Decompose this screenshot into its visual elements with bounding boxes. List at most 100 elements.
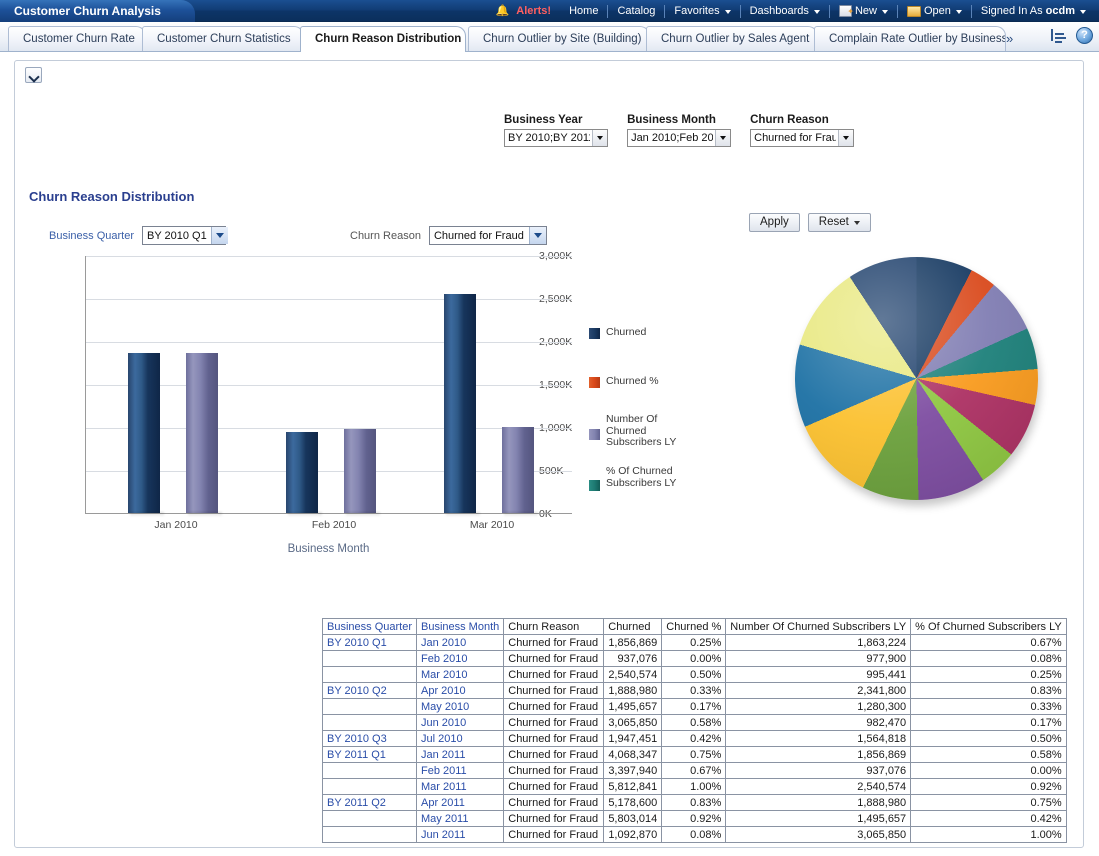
col-churned[interactable]: Churned	[604, 619, 662, 635]
cell-business-month: Jun 2010	[416, 715, 503, 731]
cell-business-quarter	[323, 811, 417, 827]
churn-reason-select[interactable]: Churned for Frau	[750, 129, 854, 147]
prompt-bar: Business Year BY 2010;BY 2011 Business M…	[504, 114, 870, 147]
cell-churned-pct: 0.00%	[662, 651, 726, 667]
cell-number-churned-subscribers-ly: 1,280,300	[726, 699, 911, 715]
table-row[interactable]: May 2011Churned for Fraud5,803,0140.92%1…	[323, 811, 1067, 827]
tab-churn-reason-distribution[interactable]: Churn Reason Distribution	[300, 26, 466, 52]
prompt-collapse-button[interactable]	[25, 67, 42, 83]
legend-swatch-icon	[589, 377, 600, 388]
tab-overflow-button[interactable]: »	[1006, 31, 1013, 46]
cell-business-quarter	[323, 715, 417, 731]
table-row[interactable]: BY 2011 Q1Jan 2011Churned for Fraud4,068…	[323, 747, 1067, 763]
cell-churned: 2,540,574	[604, 667, 662, 683]
cell-number-churned-subscribers-ly: 937,076	[726, 763, 911, 779]
bar-churned-ly-jan-2010[interactable]	[186, 353, 218, 513]
dashboard-panel: Business Year BY 2010;BY 2011 Business M…	[14, 60, 1084, 848]
nav-catalog[interactable]: Catalog	[608, 0, 664, 22]
signed-in-as[interactable]: Signed In As ocdm	[972, 0, 1095, 22]
table-row[interactable]: BY 2011 Q2Apr 2011Churned for Fraud5,178…	[323, 795, 1067, 811]
tab-customer-churn-rate[interactable]: Customer Churn Rate	[8, 26, 146, 51]
cell-business-month: Apr 2011	[416, 795, 503, 811]
cell-churn-reason: Churned for Fraud	[504, 747, 604, 763]
cell-business-quarter: BY 2010 Q3	[323, 731, 417, 747]
legend-item-churned[interactable]: Churned	[589, 327, 690, 339]
tab-churn-outlier-by-site[interactable]: Churn Outlier by Site (Building)	[468, 26, 650, 51]
table-row[interactable]: BY 2010 Q1Jan 2010Churned for Fraud1,856…	[323, 635, 1067, 651]
legend-swatch-icon	[589, 480, 600, 491]
table-header-row: Business Quarter Business Month Churn Re…	[323, 619, 1067, 635]
help-icon[interactable]: ?	[1076, 27, 1093, 44]
alerts-link[interactable]: 🔔 Alerts!	[487, 0, 561, 22]
cell-business-quarter: BY 2010 Q2	[323, 683, 417, 699]
business-quarter-value: BY 2010 Q1	[147, 230, 207, 242]
churn-pie-chart	[779, 251, 1039, 521]
bar-churned-ly-feb-2010[interactable]	[344, 429, 376, 513]
report-title: Churn Reason Distribution	[29, 189, 194, 204]
legend-swatch-icon	[589, 328, 600, 339]
business-month-select[interactable]: Jan 2010;Feb 20:	[627, 129, 731, 147]
gridline	[86, 256, 572, 257]
col-number-churned-subscribers-ly[interactable]: Number Of Churned Subscribers LY	[726, 619, 911, 635]
col-business-quarter[interactable]: Business Quarter	[323, 619, 417, 635]
reset-button[interactable]: Reset	[808, 213, 871, 232]
nav-open[interactable]: Open	[898, 0, 971, 22]
chevron-down-icon	[854, 221, 860, 225]
col-business-month[interactable]: Business Month	[416, 619, 503, 635]
cell-churn-reason: Churned for Fraud	[504, 731, 604, 747]
report-churn-reason-select[interactable]: Churned for Fraud	[429, 226, 547, 245]
cell-churned-pct: 0.92%	[662, 811, 726, 827]
cell-churned-pct: 0.42%	[662, 731, 726, 747]
tab-churn-outlier-by-sales-agent[interactable]: Churn Outlier by Sales Agent	[646, 26, 818, 51]
cell-pct-churned-subscribers-ly: 0.33%	[911, 699, 1067, 715]
app-title: Customer Churn Analysis	[0, 0, 195, 22]
table-row[interactable]: May 2010Churned for Fraud1,495,6570.17%1…	[323, 699, 1067, 715]
gridline	[86, 299, 572, 300]
cell-churn-reason: Churned for Fraud	[504, 683, 604, 699]
cell-business-quarter: BY 2011 Q1	[323, 747, 417, 763]
bar-churned-jan-2010[interactable]	[128, 353, 160, 513]
bar-churned-mar-2010[interactable]	[444, 294, 476, 513]
page-options-icon[interactable]	[1051, 28, 1068, 44]
cell-business-month: Feb 2010	[416, 651, 503, 667]
business-year-select[interactable]: BY 2010;BY 2011	[504, 129, 608, 147]
nav-new[interactable]: New	[830, 0, 897, 22]
col-churned-pct[interactable]: Churned %	[662, 619, 726, 635]
cell-churned: 5,812,841	[604, 779, 662, 795]
churn-pivot-table-wrap: Business Quarter Business Month Churn Re…	[322, 618, 1067, 843]
chevron-down-icon	[882, 10, 888, 14]
table-row[interactable]: Mar 2010Churned for Fraud2,540,5740.50%9…	[323, 667, 1067, 683]
col-pct-churned-subscribers-ly[interactable]: % Of Churned Subscribers LY	[911, 619, 1067, 635]
table-row[interactable]: Feb 2011Churned for Fraud3,397,9400.67%9…	[323, 763, 1067, 779]
cell-business-month: Jun 2011	[416, 827, 503, 843]
legend-item-pct-churned-subscribers-ly[interactable]: % Of Churned Subscribers LY	[589, 466, 690, 491]
pie-chart-slices[interactable]	[795, 257, 1038, 500]
cell-churned: 5,178,600	[604, 795, 662, 811]
cell-pct-churned-subscribers-ly: 0.17%	[911, 715, 1067, 731]
bar-churned-feb-2010[interactable]	[286, 432, 318, 513]
prompt-business-year-label: Business Year	[504, 114, 608, 126]
col-churn-reason[interactable]: Churn Reason	[504, 619, 604, 635]
churn-bar-chart: 3,000K 2,500K 2,000K 1,500K 1,000K 500K …	[29, 251, 589, 561]
tab-customer-churn-statistics[interactable]: Customer Churn Statistics	[142, 26, 304, 51]
nav-favorites[interactable]: Favorites	[665, 0, 739, 22]
nav-dashboards[interactable]: Dashboards	[741, 0, 829, 22]
business-quarter-select[interactable]: BY 2010 Q1	[142, 226, 226, 245]
table-row[interactable]: BY 2010 Q2Apr 2010Churned for Fraud1,888…	[323, 683, 1067, 699]
tab-complain-rate-outlier[interactable]: Complain Rate Outlier by Business Un	[814, 26, 1006, 51]
table-row[interactable]: Jun 2010Churned for Fraud3,065,8500.58%9…	[323, 715, 1067, 731]
chevron-down-icon	[725, 10, 731, 14]
cell-pct-churned-subscribers-ly: 0.25%	[911, 667, 1067, 683]
table-row[interactable]: BY 2010 Q3Jul 2010Churned for Fraud1,947…	[323, 731, 1067, 747]
legend-item-churned-subscribers-ly[interactable]: Number Of Churned Subscribers LY	[589, 414, 690, 449]
report-prompt-churn-reason: Churn Reason Churned for Fraud	[350, 226, 547, 245]
legend-item-churned-pct[interactable]: Churned %	[589, 376, 690, 388]
table-row[interactable]: Feb 2010Churned for Fraud937,0760.00%977…	[323, 651, 1067, 667]
table-row[interactable]: Mar 2011Churned for Fraud5,812,8411.00%2…	[323, 779, 1067, 795]
bar-churned-ly-mar-2010[interactable]	[502, 427, 534, 513]
nav-home[interactable]: Home	[560, 0, 607, 22]
cell-business-month: Jan 2010	[416, 635, 503, 651]
cell-churned: 4,068,347	[604, 747, 662, 763]
table-row[interactable]: Jun 2011Churned for Fraud1,092,8700.08%3…	[323, 827, 1067, 843]
apply-button[interactable]: Apply	[749, 213, 800, 232]
